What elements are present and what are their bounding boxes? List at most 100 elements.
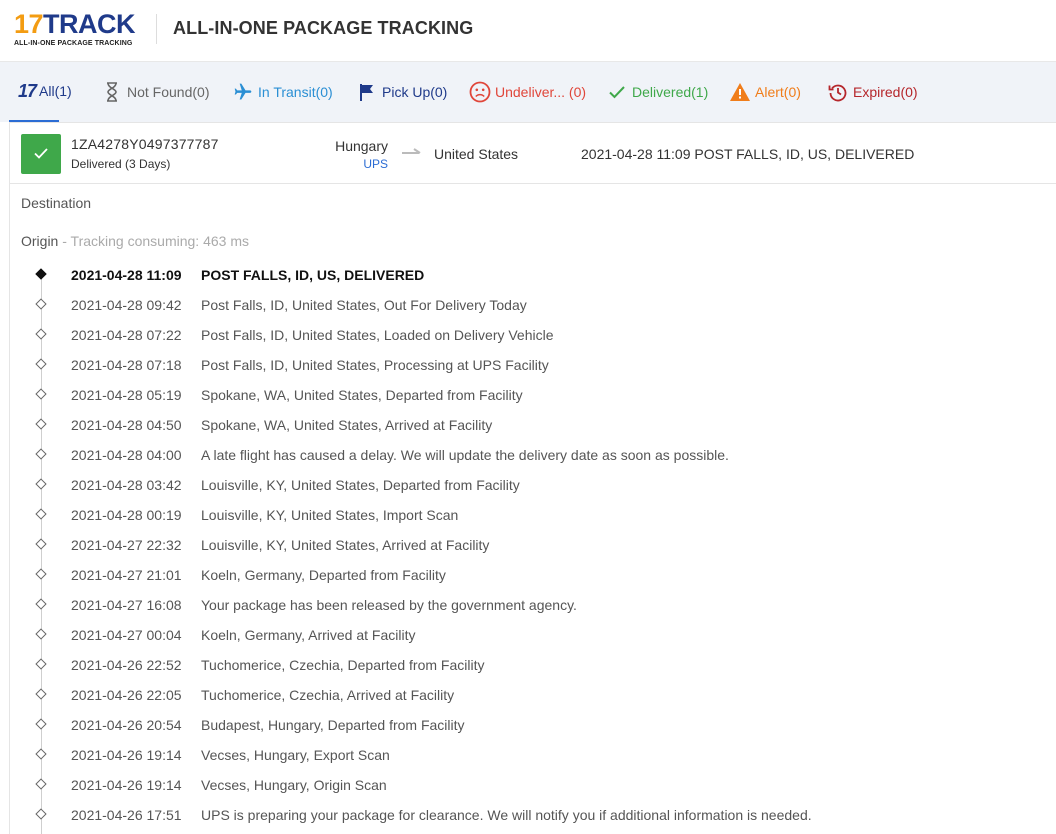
timeline-event: 2021-04-28 09:42 Post Falls, ID, United S… xyxy=(10,294,1050,324)
app-header: 17TRACK ALL-IN-ONE PACKAGE TRACKING ALL-… xyxy=(0,0,1056,62)
package-summary-row[interactable]: 1ZA4278Y0497377787 Delivered (3 Days) Hu… xyxy=(9,122,1056,184)
event-time: 2021-04-27 22:32 xyxy=(71,537,182,553)
tab-undelivered[interactable]: Undeliver... (0) xyxy=(469,62,586,122)
tab-expired[interactable]: Expired(0) xyxy=(827,62,918,122)
timeline-event: 2021-04-28 05:19 Spokane, WA, United Stat… xyxy=(10,384,1050,414)
event-time: 2021-04-28 04:50 xyxy=(71,417,182,433)
diamond-icon xyxy=(35,718,47,730)
airplane-icon xyxy=(232,81,254,103)
timeline-event: 2021-04-26 20:54 Budapest, Hungary, Depar… xyxy=(10,714,1050,744)
diamond-icon xyxy=(35,658,47,670)
event-description: Koeln, Germany, Departed from Facility xyxy=(201,567,446,583)
timeline-event: 2021-04-26 22:52 Tuchomerice, Czechia, De… xyxy=(10,654,1050,684)
tab-not-found[interactable]: Not Found(0) xyxy=(101,62,209,122)
latest-event: 2021-04-28 11:09 POST FALLS, ID, US, DEL… xyxy=(581,146,915,162)
event-description: Post Falls, ID, United States, Out For D… xyxy=(201,297,527,313)
tracking-consuming-text: - Tracking consuming: 463 ms xyxy=(58,233,249,249)
event-time: 2021-04-26 17:51 xyxy=(71,807,182,823)
diamond-icon xyxy=(35,628,47,640)
sad-face-icon xyxy=(469,81,491,103)
17-logo-icon: 17 xyxy=(18,80,37,101)
timeline-event: 2021-04-28 00:19 Louisville, KY, United S… xyxy=(10,504,1050,534)
tab-all-label: All(1) xyxy=(39,83,72,99)
event-time: 2021-04-27 00:04 xyxy=(71,627,182,643)
tab-alert-label: Alert(0) xyxy=(755,84,801,100)
timeline-event: 2021-04-27 22:32 Louisville, KY, United S… xyxy=(10,534,1050,564)
event-description: UPS is preparing your package for cleara… xyxy=(201,807,812,823)
event-time: 2021-04-28 07:18 xyxy=(71,357,182,373)
event-description: Spokane, WA, United States, Departed fro… xyxy=(201,387,523,403)
event-description: Spokane, WA, United States, Arrived at F… xyxy=(201,417,493,433)
event-description: Post Falls, ID, United States, Processin… xyxy=(201,357,549,373)
diamond-icon xyxy=(35,328,47,340)
event-description: Tuchomerice, Czechia, Arrived at Facilit… xyxy=(201,687,455,703)
event-time: 2021-04-28 00:19 xyxy=(71,507,182,523)
page-title: ALL-IN-ONE PACKAGE TRACKING xyxy=(173,18,474,38)
event-time: 2021-04-26 19:14 xyxy=(71,747,182,763)
diamond-icon xyxy=(35,538,47,550)
hourglass-icon xyxy=(101,81,123,103)
tab-not-found-label: Not Found(0) xyxy=(127,84,210,100)
event-time: 2021-04-28 11:09 xyxy=(71,267,182,283)
diamond-icon xyxy=(35,448,47,460)
flag-icon xyxy=(356,81,378,103)
diamond-icon xyxy=(35,418,47,430)
event-description: Budapest, Hungary, Departed from Facilit… xyxy=(201,717,465,733)
timeline-event: 2021-04-26 17:51 UPS is preparing your pa… xyxy=(10,804,1050,834)
17track-logo[interactable]: 17TRACK ALL-IN-ONE PACKAGE TRACKING xyxy=(14,9,144,47)
history-icon xyxy=(827,81,849,103)
event-time: 2021-04-27 21:01 xyxy=(71,567,182,583)
timeline-event: 2021-04-26 22:05 Tuchomerice, Czechia, Ar… xyxy=(10,684,1050,714)
arrow-right-icon xyxy=(401,146,423,158)
event-description: Tuchomerice, Czechia, Departed from Faci… xyxy=(201,657,485,673)
timeline-event: 2021-04-26 19:14 Vecses, Hungary, Origin … xyxy=(10,774,1050,804)
event-description: Louisville, KY, United States, Import Sc… xyxy=(201,507,459,523)
tab-delivered-label: Delivered(1) xyxy=(632,84,709,100)
timeline-event: 2021-04-28 04:00 A late flight has caused… xyxy=(10,444,1050,474)
tracking-number[interactable]: 1ZA4278Y0497377787 xyxy=(71,136,219,152)
diamond-icon xyxy=(35,568,47,580)
diamond-icon xyxy=(35,388,47,400)
origin-label: Origin xyxy=(21,233,59,249)
tab-delivered[interactable]: Delivered(1) xyxy=(606,62,708,122)
diamond-icon xyxy=(35,478,47,490)
event-description: Louisville, KY, United States, Departed … xyxy=(201,477,520,493)
timeline-event: 2021-04-27 21:01 Koeln, Germany, Departed… xyxy=(10,564,1050,594)
diamond-icon xyxy=(35,268,47,280)
tab-all[interactable]: 17 All(1) xyxy=(9,62,72,122)
package-status-text: Delivered (3 Days) xyxy=(71,157,171,171)
event-time: 2021-04-28 04:00 xyxy=(71,447,182,463)
event-time: 2021-04-28 05:19 xyxy=(71,387,182,403)
delivered-status-badge xyxy=(21,134,61,174)
event-description: Louisville, KY, United States, Arrived a… xyxy=(201,537,490,553)
origin-country: Hungary xyxy=(335,138,388,154)
tab-in-transit[interactable]: In Transit(0) xyxy=(232,62,333,122)
tab-pick-up[interactable]: Pick Up(0) xyxy=(356,62,447,122)
event-time: 2021-04-28 03:42 xyxy=(71,477,182,493)
event-description: A late flight has caused a delay. We wil… xyxy=(201,447,729,463)
event-description: Your package has been released by the go… xyxy=(201,597,577,613)
event-time: 2021-04-26 20:54 xyxy=(71,717,182,733)
event-time: 2021-04-26 19:14 xyxy=(71,777,182,793)
timeline-event: 2021-04-28 07:22 Post Falls, ID, United S… xyxy=(10,324,1050,354)
event-description: POST FALLS, ID, US, DELIVERED xyxy=(201,267,425,283)
tab-expired-label: Expired(0) xyxy=(853,84,918,100)
logo-tagline: ALL-IN-ONE PACKAGE TRACKING xyxy=(14,40,133,47)
tracking-details-panel: Destination Origin - Tracking consuming:… xyxy=(9,184,1056,834)
carrier-link[interactable]: UPS xyxy=(363,157,388,171)
diamond-icon xyxy=(35,358,47,370)
event-time: 2021-04-28 07:22 xyxy=(71,327,182,343)
diamond-icon xyxy=(35,778,47,790)
diamond-icon xyxy=(35,598,47,610)
event-time: 2021-04-28 09:42 xyxy=(71,297,182,313)
tab-alert[interactable]: Alert(0) xyxy=(729,62,801,122)
warning-icon xyxy=(729,81,751,103)
diamond-icon xyxy=(35,748,47,760)
event-description: Koeln, Germany, Arrived at Facility xyxy=(201,627,416,643)
event-time: 2021-04-27 16:08 xyxy=(71,597,182,613)
event-time: 2021-04-26 22:52 xyxy=(71,657,182,673)
diamond-icon xyxy=(35,298,47,310)
event-description: Vecses, Hungary, Export Scan xyxy=(201,747,390,763)
timeline-event: 2021-04-27 00:04 Koeln, Germany, Arrived … xyxy=(10,624,1050,654)
logo-wordmark: 17TRACK xyxy=(14,9,136,39)
